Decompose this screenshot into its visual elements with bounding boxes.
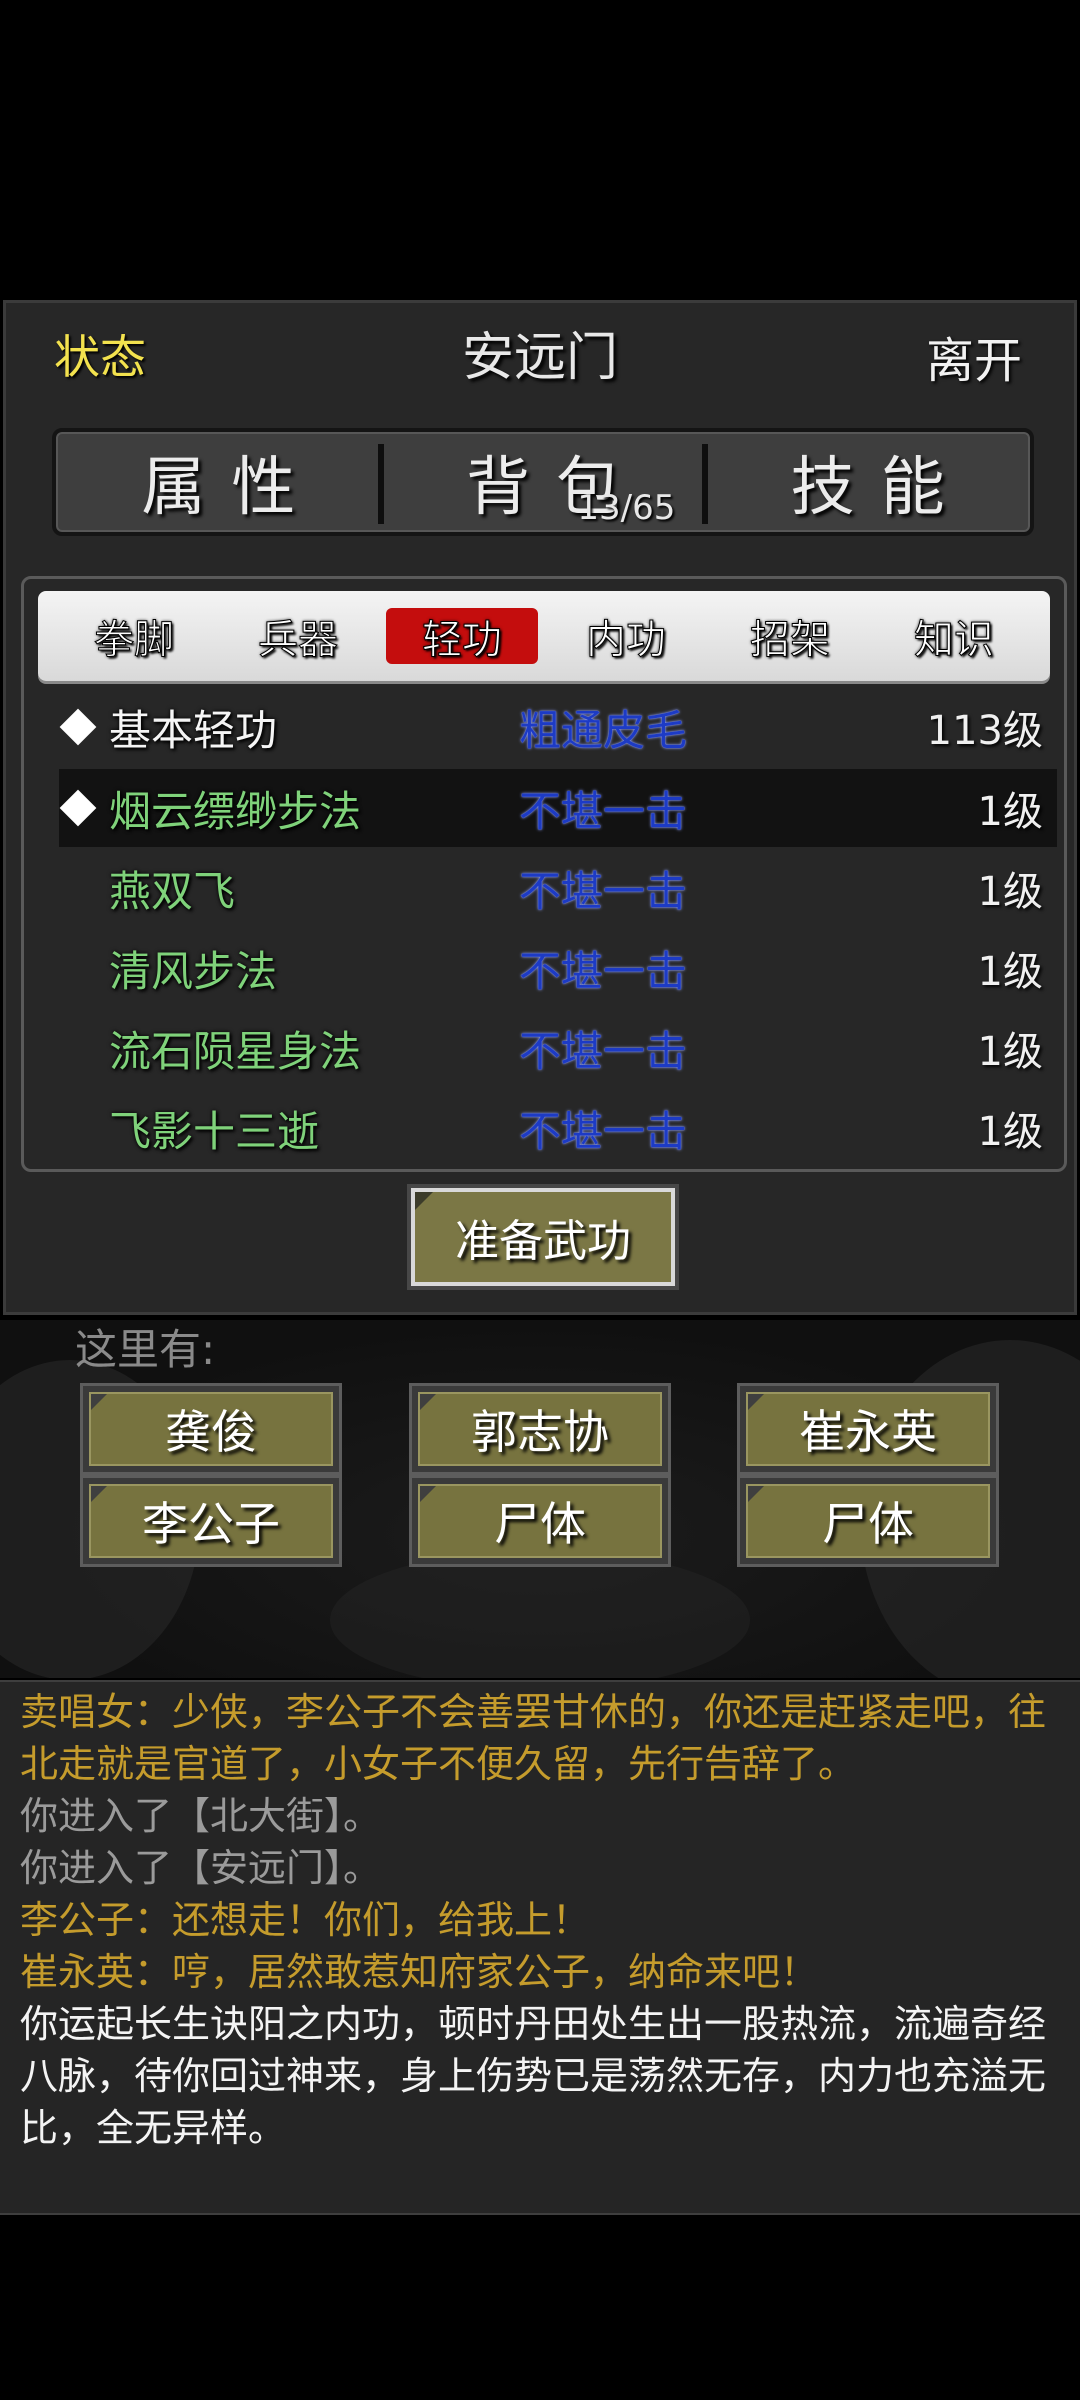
- here-label: 这里有:: [75, 1325, 216, 1374]
- npc-button[interactable]: 尸体: [409, 1475, 671, 1567]
- smoke-decoration: [330, 1550, 750, 1678]
- subtab-lightness[interactable]: 轻功: [386, 608, 538, 664]
- log-message: 卖唱女：少侠，李公子不会善罢甘休的，你还是赶紧走吧，往北走就是官道了，小女子不便…: [20, 1690, 1047, 1786]
- skill-name: 飞影十三逝: [109, 1106, 320, 1156]
- npc-name: 尸体: [746, 1484, 990, 1558]
- skill-grade: 1级: [977, 1109, 1043, 1155]
- skill-name: 基本轻功: [109, 705, 278, 755]
- skill-list-frame: 拳脚 兵器 轻功 内功 招架 知识 基本轻功 粗通皮毛 113级 烟云缥缈步法 不堪一击…: [21, 576, 1067, 1172]
- log-message: 你运起长生诀阳之内功，顿时丹田处生出一股热流，流遍奇经八脉，待你回过神来，身上伤…: [20, 2002, 1047, 2150]
- skill-name: 清风步法: [109, 946, 278, 996]
- npc-name: 尸体: [418, 1484, 662, 1558]
- skill-grade: 1级: [977, 869, 1043, 915]
- npc-name: 李公子: [89, 1484, 333, 1558]
- tab-skills[interactable]: 技能: [702, 432, 1030, 532]
- prepare-skill-button[interactable]: 准备武功: [407, 1184, 679, 1290]
- message-log[interactable]: 卖唱女：少侠，李公子不会善罢甘休的，你还是赶紧走吧，往北走就是官道了，小女子不便…: [0, 1680, 1080, 2215]
- skill-proficiency: 不堪一击: [519, 1106, 688, 1156]
- log-message: 李公子：还想走！你们，给我上！: [20, 1898, 591, 1942]
- diamond-marker-icon: [59, 789, 97, 827]
- skill-grade: 113级: [926, 708, 1043, 754]
- npc-name: 郭志协: [418, 1392, 662, 1466]
- skill-row[interactable]: 清风步法 不堪一击 1级: [59, 929, 1057, 1007]
- skill-row[interactable]: 燕双飞 不堪一击 1级: [59, 849, 1057, 927]
- skill-name: 烟云缥缈步法: [109, 786, 362, 836]
- leave-button[interactable]: 离开: [926, 321, 1022, 391]
- log-message: 你进入了【安远门】。: [20, 1846, 382, 1890]
- subtab-parry[interactable]: 招架: [714, 608, 866, 664]
- npc-button[interactable]: 尸体: [737, 1475, 999, 1567]
- skill-name: 流石陨星身法: [109, 1026, 362, 1076]
- skill-proficiency: 不堪一击: [519, 866, 688, 916]
- inventory-count: 13/65: [577, 488, 676, 528]
- main-tab-bar: 属性 背包 13/65 技能: [52, 428, 1034, 536]
- skill-grade: 1级: [977, 949, 1043, 995]
- subtab-weapon[interactable]: 兵器: [222, 608, 374, 664]
- tab-inventory[interactable]: 背包 13/65: [377, 432, 706, 532]
- npc-button[interactable]: 郭志协: [409, 1383, 671, 1475]
- skill-grade: 1级: [977, 789, 1043, 835]
- npc-button[interactable]: 崔永英: [737, 1383, 999, 1475]
- skill-proficiency: 粗通皮毛: [519, 705, 688, 755]
- npc-button[interactable]: 龚俊: [80, 1383, 342, 1475]
- tab-attributes-label: 属性: [141, 451, 322, 525]
- log-message: 崔永英：哼，居然敢惹知府家公子，纳命来吧！: [20, 1950, 819, 1994]
- location-title: 安远门: [461, 328, 618, 388]
- skills-panel: 状态 安远门 离开 属性 背包 13/65 技能 拳脚 兵器 轻功 内功 招架 …: [3, 300, 1077, 1315]
- skill-proficiency: 不堪一击: [519, 1026, 688, 1076]
- subtab-fist[interactable]: 拳脚: [58, 608, 210, 664]
- npc-button[interactable]: 李公子: [80, 1475, 342, 1567]
- skill-proficiency: 不堪一击: [519, 946, 688, 996]
- diamond-marker-icon: [59, 708, 97, 746]
- skill-row[interactable]: 流石陨星身法 不堪一击 1级: [59, 1009, 1057, 1087]
- tab-attributes[interactable]: 属性: [56, 432, 381, 532]
- location-occupants: 这里有: 龚俊 郭志协 崔永英 李公子 尸体 尸体: [0, 1320, 1080, 1678]
- skill-row[interactable]: 基本轻功 粗通皮毛 113级: [59, 688, 1057, 766]
- npc-name: 崔永英: [746, 1392, 990, 1466]
- skill-proficiency: 不堪一击: [519, 786, 688, 836]
- skill-name: 燕双飞: [109, 866, 236, 916]
- npc-name: 龚俊: [89, 1392, 333, 1466]
- log-message: 你进入了【北大街】。: [20, 1794, 382, 1838]
- skill-row[interactable]: 烟云缥缈步法 不堪一击 1级: [59, 769, 1057, 847]
- skill-category-tabs: 拳脚 兵器 轻功 内功 招架 知识: [38, 591, 1050, 681]
- skill-grade: 1级: [977, 1029, 1043, 1075]
- subtab-knowledge[interactable]: 知识: [878, 608, 1030, 664]
- subtab-internal[interactable]: 内功: [550, 608, 702, 664]
- tab-skills-label: 技能: [790, 451, 971, 525]
- skill-row[interactable]: 飞影十三逝 不堪一击 1级: [59, 1089, 1057, 1167]
